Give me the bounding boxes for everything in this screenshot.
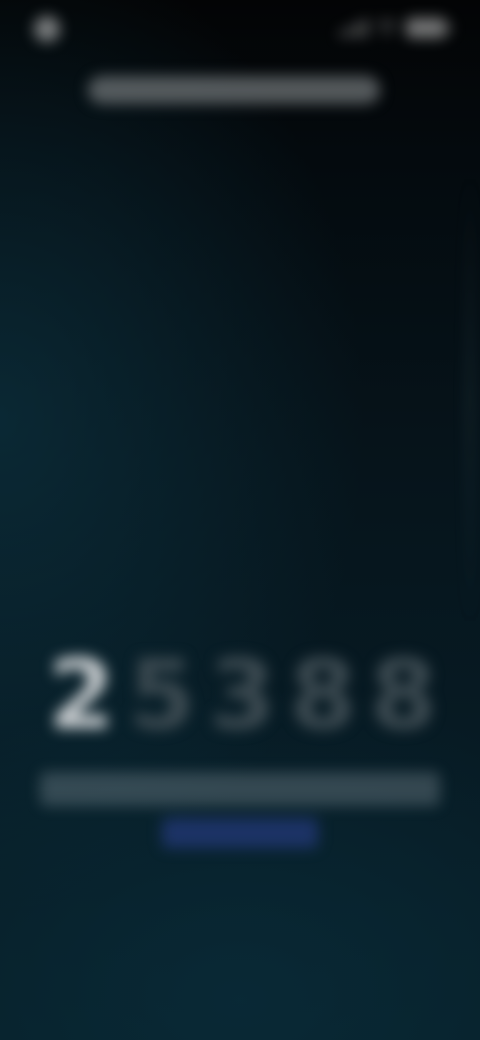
wifi-icon (376, 19, 398, 37)
caption (40, 772, 440, 806)
status-right (339, 18, 451, 38)
signal-icon (339, 19, 368, 37)
top-banner[interactable] (88, 76, 380, 104)
counter-digit: 8 (289, 639, 357, 751)
learn-more-link[interactable] (162, 818, 318, 848)
battery-icon (406, 18, 451, 38)
counter-digit: 2 (48, 639, 115, 751)
blurred-content: 2 5 3 8 8 (0, 0, 480, 1040)
counter-digit: 5 (128, 639, 196, 751)
notification-dot-icon (34, 16, 60, 42)
counter: 2 5 3 8 8 (48, 639, 437, 751)
lock-screen: 2 5 3 8 8 (0, 0, 480, 1040)
counter-digit: 3 (209, 639, 276, 751)
status-left (34, 16, 70, 42)
counter-digit: 8 (370, 639, 437, 751)
edge-streak (468, 170, 472, 630)
status-bar (0, 0, 480, 62)
